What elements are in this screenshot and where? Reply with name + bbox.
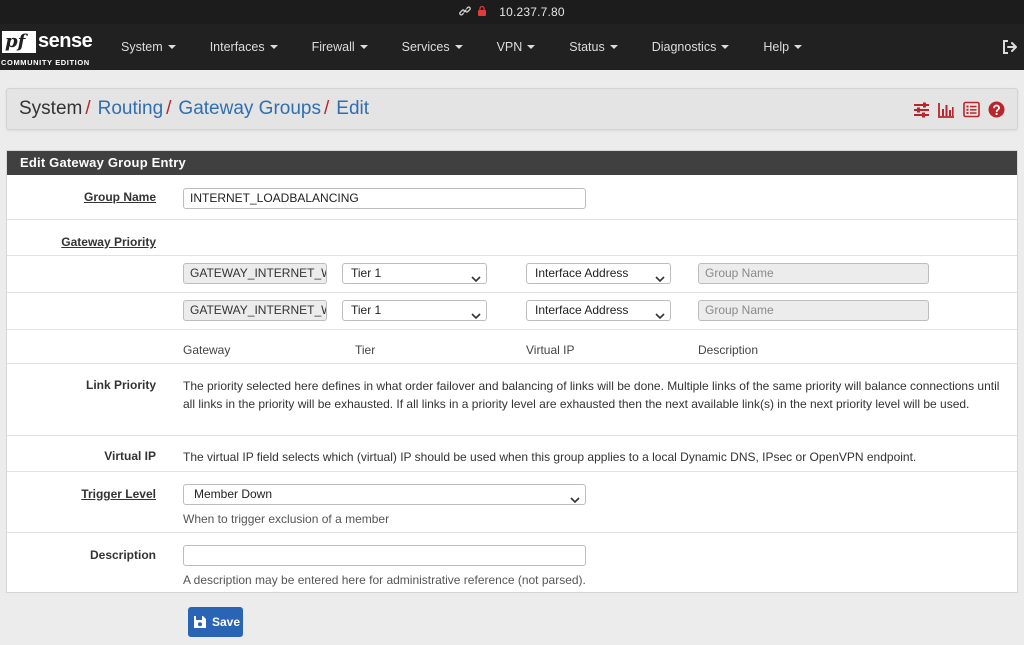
breadcrumb: System / Routing / Gateway Groups / Edit [6, 88, 1018, 130]
breadcrumb-system[interactable]: System [19, 98, 82, 120]
nav-status-label: Status [569, 40, 605, 54]
virtual-ip-select[interactable]: Interface Address [526, 263, 671, 284]
nav-firewall-label: Firewall [311, 40, 355, 54]
logout-icon[interactable] [1002, 39, 1018, 55]
column-description: Description [698, 343, 759, 357]
gateway-priority-label: Gateway Priority [61, 235, 156, 249]
edit-gateway-group-panel: Edit Gateway Group Entry Group Name INTE… [6, 150, 1018, 593]
chevron-down-icon [655, 270, 665, 283]
column-gateway: Gateway [183, 343, 231, 357]
nav-services[interactable]: Services [385, 24, 480, 70]
tier-select[interactable]: Tier 1 [342, 300, 487, 321]
link-icon [459, 5, 472, 20]
logo-sense: sense [38, 30, 93, 52]
group-name-row: Group Name INTERNET_LOADBALANCING [7, 175, 1017, 219]
nav-status[interactable]: Status [552, 24, 634, 70]
trigger-level-hint: When to trigger exclusion of a member [183, 512, 390, 526]
caret-down-icon [167, 45, 176, 49]
tier-select[interactable]: Tier 1 [342, 263, 487, 284]
gateway-name-field: GATEWAY_INTERNET_W [183, 300, 327, 321]
virtual-ip-label: Virtual IP [104, 449, 156, 463]
trigger-level-select-value: Member Down [194, 487, 273, 501]
gateway-entry-row: GATEWAY_INTERNET_W Tier 1 Interface Addr… [7, 292, 1017, 329]
url-text: 10.237.7.80 [499, 5, 565, 19]
nav-menu: System Interfaces Firewall Services VPN … [104, 24, 819, 70]
trigger-level-select[interactable]: Member Down [183, 484, 586, 505]
panel-title: Edit Gateway Group Entry [7, 151, 1017, 175]
breadcrumb-separator: / [324, 98, 330, 119]
breadcrumb-separator: / [85, 98, 91, 119]
caret-down-icon [721, 45, 730, 49]
nav-firewall[interactable]: Firewall [295, 24, 385, 70]
virtual-ip-select-value: Interface Address [535, 303, 629, 317]
nav-interfaces-label: Interfaces [209, 40, 265, 54]
virtual-ip-select-value: Interface Address [535, 266, 629, 280]
caret-down-icon [609, 45, 618, 49]
tier-select-value: Tier 1 [351, 266, 382, 280]
column-virtual-ip: Virtual IP [526, 343, 575, 357]
virtual-ip-help: The virtual IP field selects which (virt… [183, 450, 917, 464]
link-priority-label: Link Priority [85, 378, 156, 392]
virtual-ip-row: Virtual IP The virtual IP field selects … [7, 435, 1017, 471]
help-icon[interactable] [988, 101, 1005, 118]
breadcrumb-gateway-groups[interactable]: Gateway Groups [178, 98, 321, 120]
tier-select-value: Tier 1 [351, 303, 382, 317]
breadcrumb-routing[interactable]: Routing [98, 98, 164, 120]
logo-pf: pf [2, 31, 36, 53]
save-button[interactable]: Save [188, 607, 243, 637]
chevron-down-icon [471, 307, 481, 320]
nav-diagnostics[interactable]: Diagnostics [635, 24, 747, 70]
browser-url-bar[interactable]: 10.237.7.80 [0, 0, 1024, 24]
virtual-ip-select[interactable]: Interface Address [526, 300, 671, 321]
nav-vpn[interactable]: VPN [480, 24, 553, 70]
description-label: Description [89, 548, 156, 562]
description-input[interactable] [183, 545, 586, 566]
description-hint: A description may be entered here for ad… [183, 573, 586, 587]
caret-down-icon [527, 45, 536, 49]
page-shortcut-icons [913, 101, 1005, 118]
group-name-input[interactable]: INTERNET_LOADBALANCING [183, 188, 586, 209]
description-row: Description A description may be entered… [7, 532, 1017, 593]
caret-down-icon [269, 45, 278, 49]
trigger-level-label: Trigger Level [81, 487, 156, 501]
column-tier: Tier [355, 343, 376, 357]
gateway-entry-row: GATEWAY_INTERNET_W Tier 1 Interface Addr… [7, 255, 1017, 292]
pfsense-logo[interactable]: pf sense COMMUNITY EDITION [0, 24, 104, 70]
gateway-description-input[interactable]: Group Name [698, 263, 929, 284]
insecure-lock-icon [477, 5, 487, 20]
bar-chart-icon[interactable] [938, 101, 955, 118]
gateway-priority-row: Gateway Priority [7, 219, 1017, 255]
caret-down-icon [359, 45, 368, 49]
list-icon[interactable] [963, 101, 980, 118]
nav-diagnostics-label: Diagnostics [651, 40, 717, 54]
chevron-down-icon [570, 491, 580, 504]
nav-help[interactable]: Help [746, 24, 819, 70]
chevron-down-icon [471, 270, 481, 283]
breadcrumb-separator: / [166, 98, 172, 119]
main-navbar: pf sense COMMUNITY EDITION System Interf… [0, 24, 1024, 70]
breadcrumb-edit[interactable]: Edit [336, 98, 369, 120]
gateway-description-input[interactable]: Group Name [698, 300, 929, 321]
gateway-column-headers: Gateway Tier Virtual IP Description [7, 329, 1017, 363]
logo-edition: COMMUNITY EDITION [1, 58, 90, 67]
nav-system-label: System [121, 40, 163, 54]
nav-services-label: Services [401, 40, 450, 54]
caret-down-icon [454, 45, 463, 49]
link-priority-help: The priority selected here defines in wh… [183, 379, 1000, 411]
link-priority-row: Link Priority The priority selected here… [7, 363, 1017, 435]
sliders-icon[interactable] [913, 101, 930, 118]
caret-down-icon [794, 45, 803, 49]
trigger-level-row: Trigger Level Member Down When to trigge… [7, 471, 1017, 532]
nav-help-label: Help [763, 40, 790, 54]
nav-vpn-label: VPN [496, 40, 523, 54]
group-name-label: Group Name [83, 190, 156, 204]
nav-interfaces[interactable]: Interfaces [193, 24, 295, 70]
gateway-name-field: GATEWAY_INTERNET_W [183, 263, 327, 284]
chevron-down-icon [655, 307, 665, 320]
nav-system[interactable]: System [104, 24, 193, 70]
save-icon [193, 615, 207, 629]
save-label: Save [212, 615, 241, 629]
